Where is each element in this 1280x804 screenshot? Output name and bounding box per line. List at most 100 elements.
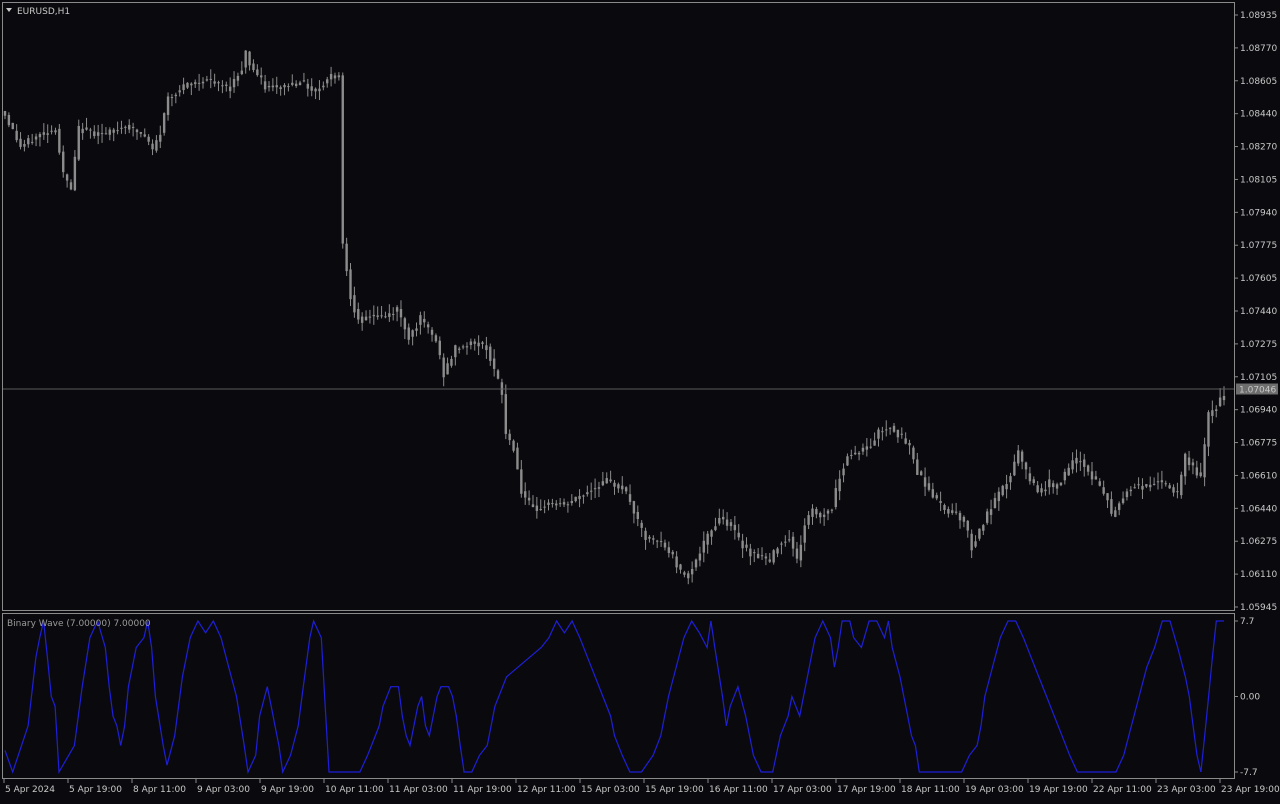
candle-body [267, 85, 271, 88]
candle-body [729, 522, 733, 527]
candle-body [1051, 483, 1055, 488]
candle-body [865, 446, 869, 450]
candle-body [298, 82, 302, 86]
candle-body [1005, 484, 1008, 490]
candle-body [201, 81, 205, 84]
candle-body [749, 548, 752, 557]
candle-body [904, 438, 907, 444]
candle-body [989, 509, 993, 515]
time-tick-label: 9 Apr 19:00 [261, 785, 314, 795]
candle-body [1055, 484, 1059, 489]
candle-body [784, 541, 787, 543]
candle-body [888, 427, 892, 429]
candle-body [430, 329, 434, 335]
candle-body [384, 316, 387, 318]
candle-body [1086, 465, 1090, 472]
candle-body [368, 316, 372, 318]
candle-body [791, 536, 795, 549]
candle-body [819, 512, 822, 518]
candle-body [302, 80, 306, 82]
candle-body [524, 491, 527, 498]
candle-body [7, 114, 11, 126]
candle-body [263, 81, 267, 90]
candle-body [698, 553, 702, 561]
candle-body [415, 328, 418, 331]
indicator-tick-label: -7.7 [1240, 768, 1258, 778]
price-tick-label: 1.08935 [1240, 11, 1277, 21]
candle-body [1176, 491, 1179, 493]
candle-body [1121, 498, 1125, 504]
candle-body [679, 564, 682, 570]
candle-body [877, 429, 880, 439]
symbol-label: EURUSD,H1 [17, 7, 70, 17]
candle-body [954, 511, 958, 513]
candle-body [873, 440, 876, 446]
candle-body [89, 129, 92, 131]
candle-body [597, 487, 601, 489]
candle-body [539, 508, 542, 510]
candle-body [3, 111, 7, 116]
candle-body [892, 425, 896, 432]
candle-body [442, 357, 445, 378]
candle-body [23, 143, 26, 147]
price-tick-label: 1.07440 [1240, 307, 1277, 317]
candle-body [1218, 397, 1222, 407]
candle-body [194, 82, 197, 85]
candle-body [465, 346, 469, 348]
candle-body [496, 370, 500, 379]
candle-body [861, 447, 865, 452]
candle-body [535, 505, 539, 511]
candle-body [760, 555, 764, 557]
chart-background [0, 0, 1280, 800]
time-tick-label: 19 Apr 19:00 [1029, 785, 1088, 795]
chart-canvas[interactable]: 1.08935 1.08770 1.08605 1.08440 1.08270 1.081… [0, 0, 1280, 800]
candle-body [143, 134, 146, 137]
candle-body [842, 468, 845, 476]
candle-body [690, 568, 694, 575]
candle-body [1203, 444, 1206, 478]
price-tick-label: 1.06440 [1240, 504, 1277, 514]
candle-body [454, 345, 457, 358]
candle-body [283, 84, 286, 88]
candle-body [407, 327, 410, 340]
candle-body [974, 541, 977, 547]
candle-body [1094, 476, 1098, 480]
candle-body [310, 86, 313, 91]
candle-body [376, 315, 379, 317]
candle-body [958, 512, 962, 521]
candle-body [1110, 499, 1113, 514]
candle-body [1215, 409, 1218, 411]
candle-body [853, 452, 857, 455]
candle-body [477, 342, 480, 347]
candle-body [108, 129, 112, 135]
candle-body [481, 342, 484, 344]
candle-body [795, 548, 799, 559]
candle-body [120, 127, 123, 129]
candle-body [613, 482, 616, 487]
candle-body [951, 510, 954, 513]
candle-body [815, 508, 818, 515]
candle-body [294, 83, 298, 87]
candle-body [601, 481, 605, 486]
time-tick-label: 16 Apr 11:00 [709, 785, 768, 795]
candle-body [982, 525, 985, 531]
candle-body [1059, 482, 1063, 486]
candle-body [733, 524, 737, 531]
candle-body [1187, 457, 1191, 465]
candle-body [38, 134, 42, 138]
candle-body [547, 502, 550, 506]
candle-body [11, 122, 14, 130]
trading-chart[interactable]: 1.08935 1.08770 1.08605 1.08440 1.08270 1.081… [0, 0, 1280, 800]
candle-body [96, 132, 100, 136]
candle-body [826, 510, 830, 514]
candle-body [151, 143, 154, 150]
candle-body [885, 429, 888, 431]
candle-body [372, 314, 376, 317]
candle-body [656, 540, 659, 542]
candle-body [570, 500, 573, 504]
time-tick-label: 15 Apr 19:00 [645, 785, 704, 795]
candle-body [34, 136, 38, 140]
candle-body [166, 96, 170, 115]
candle-body [30, 141, 34, 143]
candle-body [900, 433, 903, 435]
